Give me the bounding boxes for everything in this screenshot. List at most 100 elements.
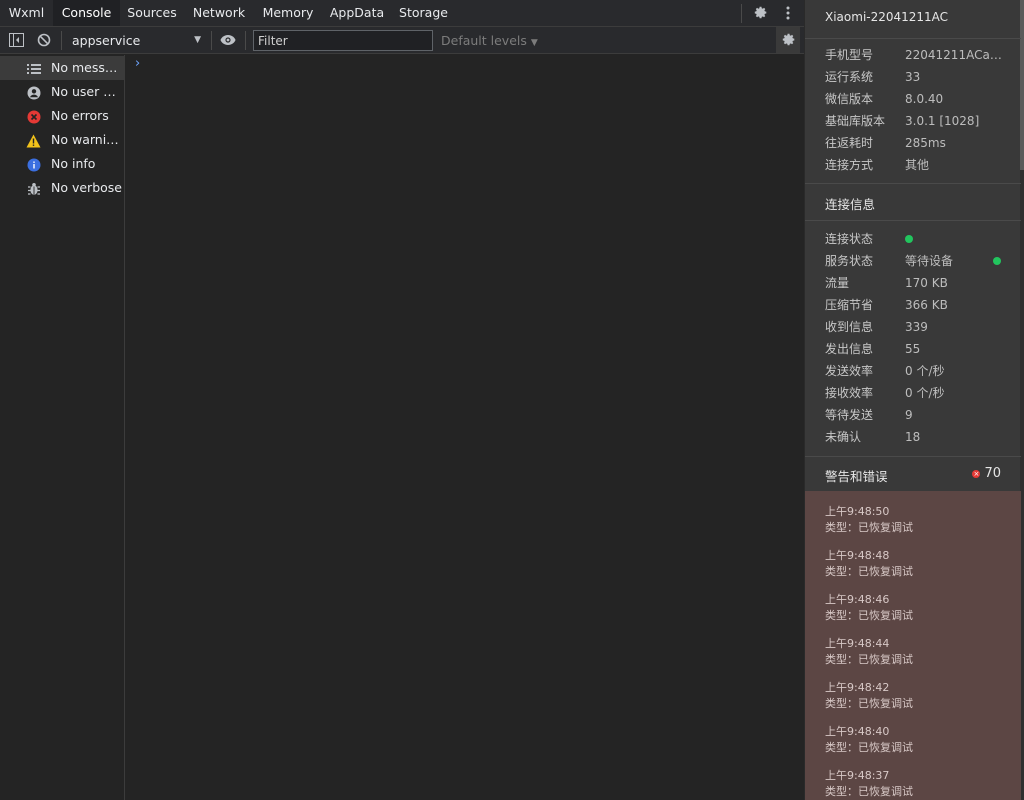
log-type: 类型：已恢复调试 xyxy=(825,741,913,754)
connection-row: 流量 170 KB xyxy=(825,272,1015,294)
device-info-panel: Xiaomi-22041211AC 手机型号 22041211ACar... 运… xyxy=(804,0,1024,800)
sidebar-item-warnings[interactable]: No warnings xyxy=(0,128,125,152)
warning-icon xyxy=(26,133,41,148)
info-key: 微信版本 xyxy=(825,92,874,106)
log-entry: 上午9:48:50 类型：已恢复调试 xyxy=(825,504,1005,536)
stat-value: 170 KB xyxy=(905,276,948,290)
stat-key: 连接状态 xyxy=(825,232,874,246)
stat-key: 接收效率 xyxy=(825,386,874,400)
connection-row: 未确认 18 xyxy=(825,426,1015,448)
stat-value: 0 个/秒 xyxy=(905,364,945,378)
divider xyxy=(805,183,1021,184)
devtools-panel: Wxml Console Sources Network Memory AppD… xyxy=(0,0,804,800)
console-prompt-icon: › xyxy=(135,56,141,71)
connection-row: 收到信息 339 xyxy=(825,316,1015,338)
sidebar-item-errors[interactable]: No errors xyxy=(0,104,125,128)
info-key: 运行系统 xyxy=(825,70,874,84)
log-entry: 上午9:48:42 类型：已恢复调试 xyxy=(825,680,1005,712)
sidebar-item-verbose[interactable]: No verbose xyxy=(0,176,125,200)
more-menu-icon[interactable] xyxy=(778,3,798,23)
divider xyxy=(805,38,1021,39)
alerts-section-title[interactable]: 警告和错误 xyxy=(825,466,888,485)
log-time: 上午9:48:44 xyxy=(825,637,890,650)
sidebar-item-messages[interactable]: No messages xyxy=(0,56,125,80)
connection-row: 服务状态 等待设备 xyxy=(825,250,1015,272)
context-selector[interactable]: appservice ▼ xyxy=(67,30,207,51)
tab-appdata[interactable]: AppData xyxy=(322,0,392,26)
info-key: 基础库版本 xyxy=(825,114,886,128)
tab-console[interactable]: Console xyxy=(53,0,120,26)
console-sidebar: No messages No user me... No errors No w… xyxy=(0,55,125,800)
log-type: 类型：已恢复调试 xyxy=(825,697,913,710)
console-settings-button[interactable] xyxy=(776,27,800,53)
toolbar-divider xyxy=(61,31,62,50)
log-type: 类型：已恢复调试 xyxy=(825,609,913,622)
sidebar-toggle-icon[interactable] xyxy=(6,30,26,50)
info-key: 手机型号 xyxy=(825,48,874,62)
sidebar-item-info[interactable]: No info xyxy=(0,152,125,176)
device-info-row: 运行系统 33 xyxy=(825,66,1015,88)
log-type: 类型：已恢复调试 xyxy=(825,521,913,534)
sidebar-item-label: No info xyxy=(51,156,96,171)
device-info-row: 手机型号 22041211ACar... xyxy=(825,44,1015,66)
tab-network[interactable]: Network xyxy=(184,0,254,26)
device-info-row: 往返耗时 285ms xyxy=(825,132,1015,154)
log-type: 类型：已恢复调试 xyxy=(825,785,913,798)
alerts-count: × 70 xyxy=(972,466,1001,481)
connection-status-dot-icon xyxy=(905,235,913,243)
log-type: 类型：已恢复调试 xyxy=(825,653,913,666)
sidebar-item-label: No verbose xyxy=(51,180,122,195)
log-time: 上午9:48:37 xyxy=(825,769,890,782)
info-value: 285ms xyxy=(905,136,946,150)
device-info-row: 连接方式 其他 xyxy=(825,154,1015,176)
log-time: 上午9:48:46 xyxy=(825,593,890,606)
sidebar-item-label: No errors xyxy=(51,108,109,123)
stat-key: 未确认 xyxy=(825,430,862,444)
stat-key: 服务状态 xyxy=(825,254,874,268)
log-levels-dropdown[interactable]: Default levels ▼ xyxy=(441,30,538,51)
stat-value: 339 xyxy=(905,320,928,334)
context-selector-label: appservice xyxy=(72,33,141,48)
connection-row: 连接状态 xyxy=(825,228,1015,250)
bug-icon xyxy=(26,181,41,196)
info-key: 连接方式 xyxy=(825,158,874,172)
error-badge-icon: × xyxy=(972,469,981,478)
log-entry: 上午9:48:37 类型：已恢复调试 xyxy=(825,768,1005,800)
tabbar-divider xyxy=(741,4,742,23)
connection-row: 发送效率 0 个/秒 xyxy=(825,360,1015,382)
sidebar-item-label: No messages xyxy=(51,60,123,75)
device-info-row: 基础库版本 3.0.1 [1028] xyxy=(825,110,1015,132)
tab-storage[interactable]: Storage xyxy=(392,0,455,26)
connection-row: 等待发送 9 xyxy=(825,404,1015,426)
divider xyxy=(805,456,1021,457)
log-entry: 上午9:48:48 类型：已恢复调试 xyxy=(825,548,1005,580)
panel-scrollbar-thumb[interactable] xyxy=(1020,0,1024,170)
filter-input[interactable] xyxy=(253,30,433,51)
stat-value: 0 个/秒 xyxy=(905,386,945,400)
alerts-log-list[interactable]: 上午9:48:50 类型：已恢复调试 上午9:48:48 类型：已恢复调试 上午… xyxy=(805,491,1021,800)
sidebar-item-label: No warnings xyxy=(51,132,123,147)
chevron-down-icon: ▼ xyxy=(530,38,538,48)
device-info-row: 微信版本 8.0.40 xyxy=(825,88,1015,110)
sidebar-item-label: No user me... xyxy=(51,84,123,99)
stat-key: 流量 xyxy=(825,276,850,290)
gear-icon xyxy=(782,33,795,46)
device-title: Xiaomi-22041211AC xyxy=(825,10,949,24)
toolbar-divider xyxy=(245,31,246,50)
log-entry: 上午9:48:44 类型：已恢复调试 xyxy=(825,636,1005,668)
info-value: 8.0.40 xyxy=(905,92,944,106)
stat-key: 等待发送 xyxy=(825,408,874,422)
sidebar-item-user-messages[interactable]: No user me... xyxy=(0,80,125,104)
settings-gear-icon[interactable] xyxy=(750,3,770,23)
console-output[interactable]: › xyxy=(126,55,804,800)
console-toolbar: appservice ▼ Default levels▼ xyxy=(0,27,804,54)
tab-memory[interactable]: Memory xyxy=(254,0,322,26)
log-entry: 上午9:48:46 类型：已恢复调试 xyxy=(825,592,1005,624)
tab-sources[interactable]: Sources xyxy=(120,0,184,26)
list-icon xyxy=(26,61,41,76)
tab-wxml[interactable]: Wxml xyxy=(0,0,53,26)
live-expression-eye-icon[interactable] xyxy=(218,30,238,50)
stat-key: 压缩节省 xyxy=(825,298,874,312)
clear-console-icon[interactable] xyxy=(34,30,54,50)
info-key: 往返耗时 xyxy=(825,136,874,150)
